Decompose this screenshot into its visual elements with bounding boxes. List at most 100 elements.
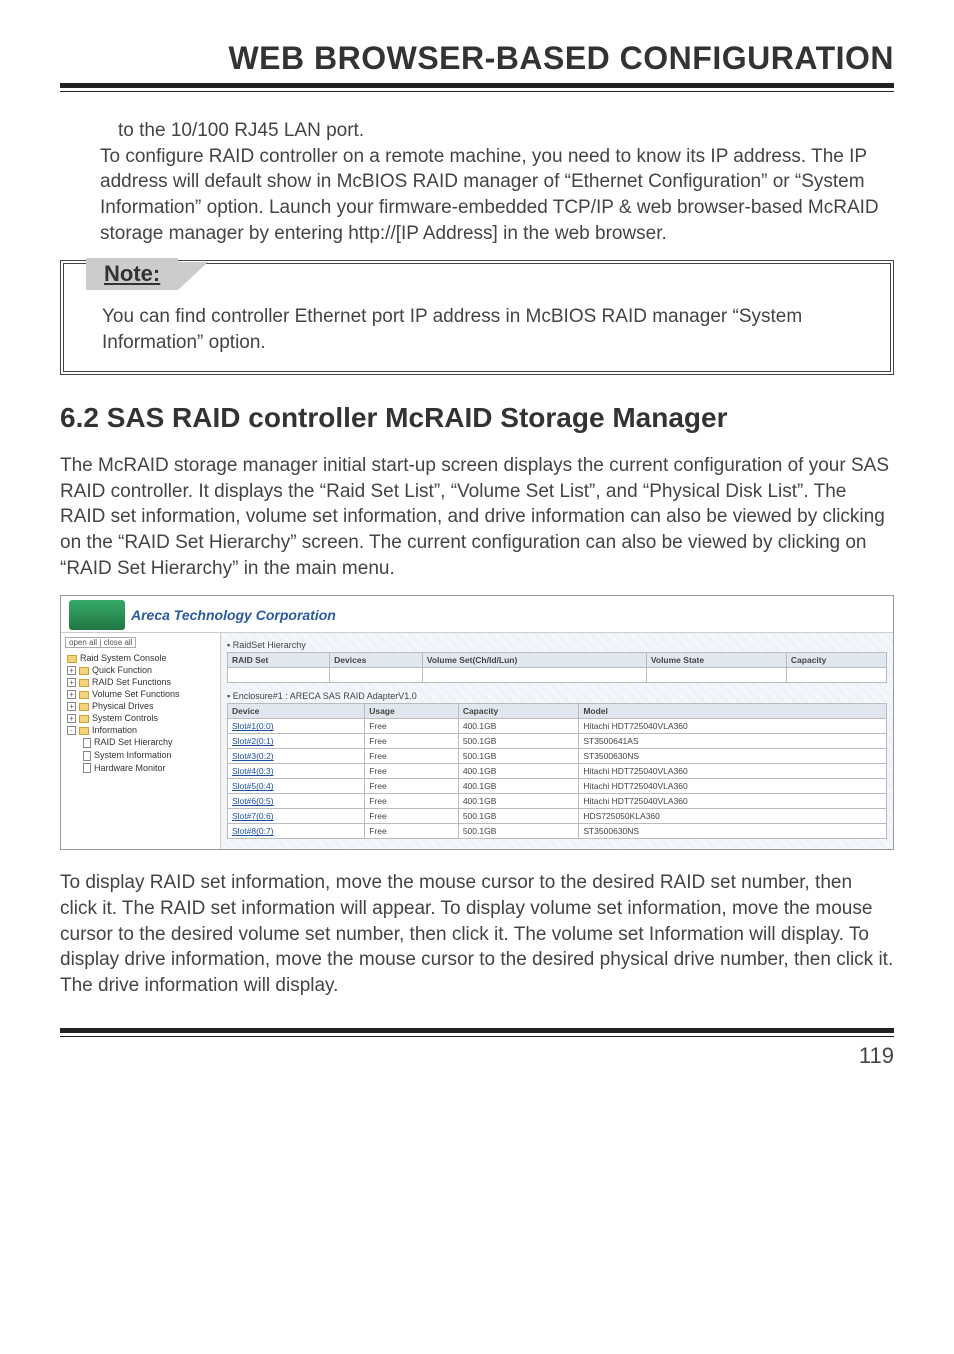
folder-icon bbox=[79, 703, 89, 711]
sidebar-item-label: RAID Set Functions bbox=[92, 677, 171, 687]
enclosure-table: Device Usage Capacity Model Slot#1(0:0)F… bbox=[227, 703, 887, 839]
hierarchy-table: RAID Set Devices Volume Set(Ch/Id/Lun) V… bbox=[227, 652, 887, 683]
close-all-link[interactable]: close all bbox=[104, 638, 133, 647]
sidebar-item-raid-hierarchy[interactable]: RAID Set Hierarchy bbox=[61, 736, 220, 749]
collapse-icon[interactable]: - bbox=[67, 726, 76, 735]
table-row: Slot#3(0:2)Free500.1GBST3500630NS bbox=[228, 749, 887, 764]
para-continuation: to the 10/100 RJ45 LAN port. bbox=[100, 118, 894, 144]
main-area: ▪ RaidSet Hierarchy RAID Set Devices Vol… bbox=[221, 633, 893, 849]
section-heading: 6.2 SAS RAID controller McRAID Storage M… bbox=[60, 401, 894, 435]
cell-usage: Free bbox=[365, 749, 459, 764]
header-rule bbox=[60, 83, 894, 92]
cell-capacity: 400.1GB bbox=[458, 719, 579, 734]
mcraid-screenshot: Areca Technology Corporation open all | … bbox=[60, 595, 894, 850]
cell-capacity: 400.1GB bbox=[458, 764, 579, 779]
cell-capacity: 500.1GB bbox=[458, 824, 579, 839]
slot-link[interactable]: Slot#1(0:0) bbox=[232, 721, 274, 731]
sidebar-item-system[interactable]: + System Controls bbox=[61, 712, 220, 724]
cell-model: Hitachi HDT725040VLA360 bbox=[579, 794, 887, 809]
folder-icon bbox=[79, 691, 89, 699]
hierarchy-title: ▪ RaidSet Hierarchy bbox=[227, 640, 887, 650]
sidebar-item-label: Volume Set Functions bbox=[92, 689, 180, 699]
folder-icon bbox=[79, 715, 89, 723]
note-box: Note: You can find controller Ethernet p… bbox=[60, 260, 894, 375]
table-row: Slot#5(0:4) Free400.1GBHitachi HDT725040V… bbox=[228, 779, 887, 794]
folder-icon bbox=[79, 727, 89, 735]
col-capacity: Capacity bbox=[458, 704, 579, 719]
page-number: 119 bbox=[60, 1043, 894, 1069]
slot-link[interactable]: Slot#3(0:2) bbox=[232, 751, 274, 761]
cell-model: Hitachi HDT725040VLA360 bbox=[579, 719, 887, 734]
col-usage: Usage bbox=[365, 704, 459, 719]
col-raidset: RAID Set bbox=[228, 653, 330, 668]
sidebar-item-quick[interactable]: +Quick Function bbox=[61, 664, 220, 676]
para-config: To configure RAID controller on a remote… bbox=[100, 144, 894, 247]
sidebar-root[interactable]: Raid System Console bbox=[61, 652, 220, 664]
intro-paragraph: The McRAID storage manager initial start… bbox=[60, 453, 894, 581]
cell-usage: Free bbox=[365, 794, 459, 809]
sidebar-item-label: Physical Drives bbox=[92, 701, 154, 711]
app-banner: Areca Technology Corporation bbox=[61, 596, 893, 632]
note-body: You can find controller Ethernet port IP… bbox=[86, 304, 868, 355]
doc-icon bbox=[83, 751, 91, 761]
slot-link[interactable]: Slot#5(0:4) bbox=[232, 781, 274, 791]
folder-icon bbox=[67, 655, 77, 663]
doc-icon bbox=[83, 738, 91, 748]
cell-model: ST3500630NS bbox=[579, 824, 887, 839]
cell-capacity: 500.1GB bbox=[458, 749, 579, 764]
sidebar-root-label: Raid System Console bbox=[80, 653, 167, 663]
cell-capacity: 500.1GB bbox=[458, 809, 579, 824]
outro-paragraph: To display RAID set information, move th… bbox=[60, 870, 894, 998]
cell-capacity: 500.1GB bbox=[458, 734, 579, 749]
sidebar-item-hwmon[interactable]: Hardware Monitor bbox=[61, 762, 220, 775]
table-row: Slot#1(0:0) Free400.1GBHitachi HDT725040V… bbox=[228, 719, 887, 734]
open-all-link[interactable]: open all bbox=[69, 638, 97, 647]
cell-model: Hitachi HDT725040VLA360 bbox=[579, 764, 887, 779]
sidebar-item-label: System Controls bbox=[92, 713, 158, 723]
sidebar-item-label: Hardware Monitor bbox=[94, 763, 166, 773]
slot-link[interactable]: Slot#7(0:6) bbox=[232, 811, 274, 821]
col-devices: Devices bbox=[330, 653, 423, 668]
cell-usage: Free bbox=[365, 734, 459, 749]
sidebar-item-physical[interactable]: + Physical Drives bbox=[61, 700, 220, 712]
table-row: Slot#7(0:6) Free500.1GBHDS725050KLA360 bbox=[228, 809, 887, 824]
slot-link[interactable]: Slot#6(0:5) bbox=[232, 796, 274, 806]
col-volset: Volume Set(Ch/Id/Lun) bbox=[422, 653, 646, 668]
cell-usage: Free bbox=[365, 809, 459, 824]
col-device: Device bbox=[228, 704, 365, 719]
note-tab: Note: bbox=[86, 258, 178, 290]
sidebar-item-label: RAID Set Hierarchy bbox=[94, 737, 173, 747]
enclosure-title: ▪ Enclosure#1 : ARECA SAS RAID AdapterV1… bbox=[227, 691, 887, 701]
expand-icon[interactable]: + bbox=[67, 666, 76, 675]
sidebar-item-volset[interactable]: + Volume Set Functions bbox=[61, 688, 220, 700]
sidebar-item-label: Information bbox=[92, 725, 137, 735]
cell-model: HDS725050KLA360 bbox=[579, 809, 887, 824]
cell-usage: Free bbox=[365, 719, 459, 734]
note-tab-corner bbox=[178, 262, 208, 290]
expand-icon[interactable]: + bbox=[67, 702, 76, 711]
expand-icon[interactable]: + bbox=[67, 714, 76, 723]
sidebar-item-label: System Information bbox=[94, 750, 172, 760]
footer-rule bbox=[60, 1028, 894, 1037]
cell-model: Hitachi HDT725040VLA360 bbox=[579, 779, 887, 794]
folder-icon bbox=[79, 679, 89, 687]
slot-link[interactable]: Slot#4(0:3) bbox=[232, 766, 274, 776]
table-row: Slot#6(0:5)Free400.1GBHitachi HDT725040V… bbox=[228, 794, 887, 809]
sidebar-item-sysinfo[interactable]: System Information bbox=[61, 749, 220, 762]
expand-icon[interactable]: + bbox=[67, 690, 76, 699]
sidebar: open all | close all Raid System Console… bbox=[61, 633, 221, 849]
note-label: Note: bbox=[104, 261, 160, 286]
col-capacity: Capacity bbox=[786, 653, 886, 668]
sidebar-item-raidset[interactable]: + RAID Set Functions bbox=[61, 676, 220, 688]
cell-usage: Free bbox=[365, 824, 459, 839]
page-title: WEB BROWSER-BASED CONFIGURATION bbox=[60, 40, 894, 83]
cell-usage: Free bbox=[365, 779, 459, 794]
cell-capacity: 400.1GB bbox=[458, 779, 579, 794]
expand-icon[interactable]: + bbox=[67, 678, 76, 687]
slot-link[interactable]: Slot#2(0:1) bbox=[232, 736, 274, 746]
tree-controls[interactable]: open all | close all bbox=[65, 637, 136, 648]
folder-icon bbox=[79, 667, 89, 675]
slot-link[interactable]: Slot#8(0:7) bbox=[232, 826, 274, 836]
col-volstate: Volume State bbox=[646, 653, 786, 668]
sidebar-item-information[interactable]: - Information bbox=[61, 724, 220, 736]
